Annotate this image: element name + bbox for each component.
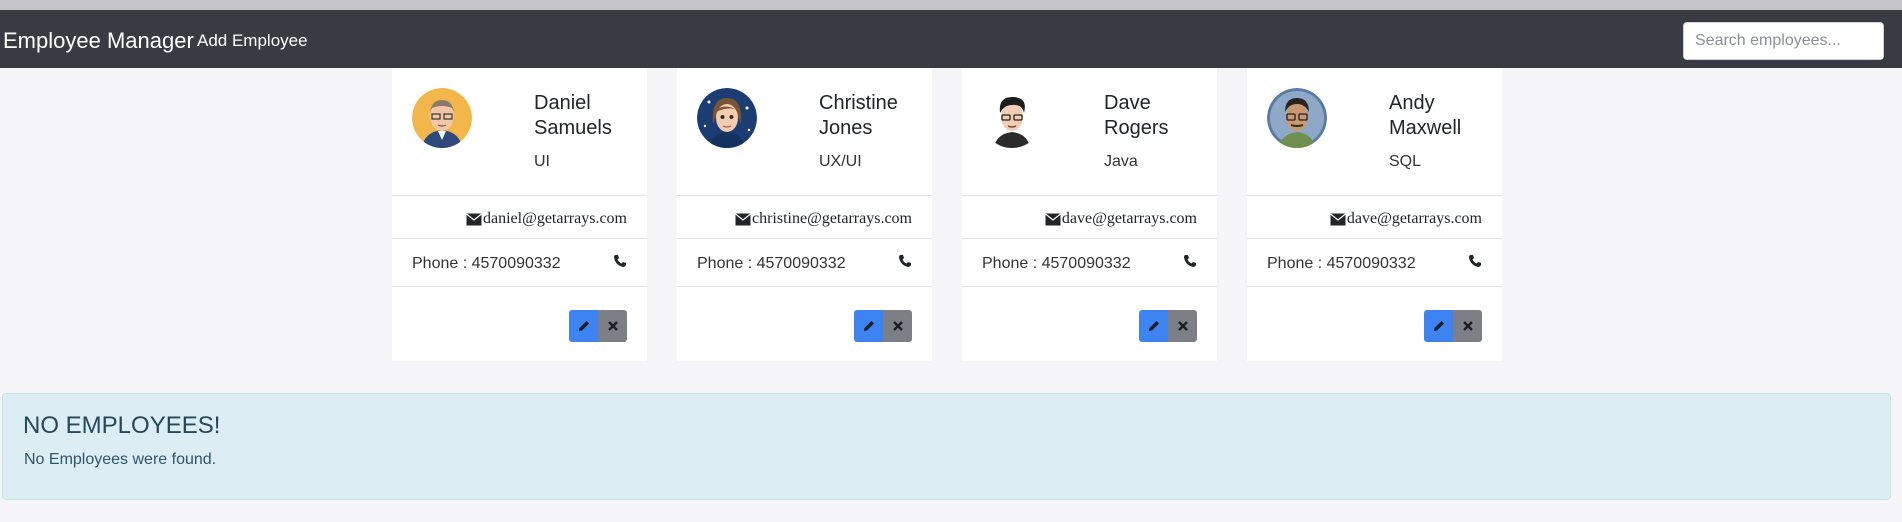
employee-job-title: UI (534, 153, 550, 170)
employee-email[interactable]: dave@getarrays.com (1062, 210, 1197, 228)
card-header: Daniel Samuels UI (392, 68, 647, 196)
edit-button[interactable] (569, 310, 598, 342)
employee-email[interactable]: daniel@getarrays.com (483, 210, 627, 228)
pencil-icon (1148, 321, 1159, 331)
add-employee-link[interactable]: Add Employee (197, 31, 308, 51)
phone-icon (614, 255, 626, 267)
edit-button[interactable] (1139, 310, 1168, 342)
avatar (697, 88, 757, 148)
employee-phone: Phone : 4570090332 (1267, 255, 1416, 272)
email-row: christine@getarrays.com (677, 197, 932, 239)
phone-icon (1469, 255, 1481, 267)
employee-phone: Phone : 4570090332 (982, 255, 1131, 272)
card-header: Andy Maxwell SQL (1247, 68, 1502, 196)
email-row: dave@getarrays.com (962, 197, 1217, 239)
employee-card: Dave Rogers Java dave@getarrays.com Phon… (962, 68, 1217, 361)
delete-button[interactable] (883, 310, 912, 342)
card-header: Christine Jones UX/UI (677, 68, 932, 196)
employee-phone: Phone : 4570090332 (697, 255, 846, 272)
employee-card: Andy Maxwell SQL dave@getarrays.com Phon… (1247, 68, 1502, 361)
avatar (1267, 88, 1327, 148)
email-row: dave@getarrays.com (1247, 197, 1502, 239)
card-actions (854, 310, 912, 342)
close-icon (892, 321, 903, 331)
close-icon (1177, 321, 1188, 331)
phone-icon (1184, 255, 1196, 267)
employee-email[interactable]: dave@getarrays.com (1347, 210, 1482, 228)
card-actions (569, 310, 627, 342)
avatar (982, 88, 1042, 148)
close-icon (1462, 321, 1473, 331)
navbar: Employee Manager Add Employee (0, 10, 1902, 68)
employee-job-title: Java (1104, 153, 1138, 170)
delete-button[interactable] (1168, 310, 1197, 342)
browser-top-strip (0, 0, 1902, 10)
employee-email[interactable]: christine@getarrays.com (752, 210, 912, 228)
delete-button[interactable] (598, 310, 627, 342)
alert-heading: NO EMPLOYEES! (23, 412, 221, 439)
edit-button[interactable] (1424, 310, 1453, 342)
phone-row: Phone : 4570090332 (962, 239, 1217, 287)
employee-name: Dave Rogers (1104, 92, 1169, 139)
employee-name: Christine Jones (819, 92, 898, 139)
card-actions (1139, 310, 1197, 342)
employee-job-title: UX/UI (819, 153, 862, 170)
phone-row: Phone : 4570090332 (392, 239, 647, 287)
employee-name: Daniel Samuels (534, 92, 612, 139)
search-input[interactable] (1683, 22, 1884, 60)
envelope-icon (1045, 213, 1061, 225)
employee-name: Andy Maxwell (1389, 92, 1462, 139)
edit-button[interactable] (854, 310, 883, 342)
pencil-icon (578, 321, 589, 331)
email-row: daniel@getarrays.com (392, 197, 647, 239)
avatar (412, 88, 472, 148)
no-employees-alert: NO EMPLOYEES! No Employees were found. (2, 393, 1891, 500)
envelope-icon (1330, 213, 1346, 225)
card-actions (1424, 310, 1482, 342)
envelope-icon (466, 213, 482, 225)
employee-card: Christine Jones UX/UI christine@getarray… (677, 68, 932, 361)
card-header: Dave Rogers Java (962, 68, 1217, 196)
pencil-icon (1433, 321, 1444, 331)
employee-job-title: SQL (1389, 153, 1422, 170)
delete-button[interactable] (1453, 310, 1482, 342)
close-icon (607, 321, 618, 331)
envelope-icon (735, 213, 751, 225)
pencil-icon (863, 321, 874, 331)
alert-message: No Employees were found. (24, 451, 217, 468)
employee-phone: Phone : 4570090332 (412, 255, 561, 272)
brand-title[interactable]: Employee Manager (3, 28, 194, 54)
phone-icon (899, 255, 911, 267)
employee-card: Daniel Samuels UI daniel@getarrays.com P… (392, 68, 647, 361)
phone-row: Phone : 4570090332 (677, 239, 932, 287)
phone-row: Phone : 4570090332 (1247, 239, 1502, 287)
